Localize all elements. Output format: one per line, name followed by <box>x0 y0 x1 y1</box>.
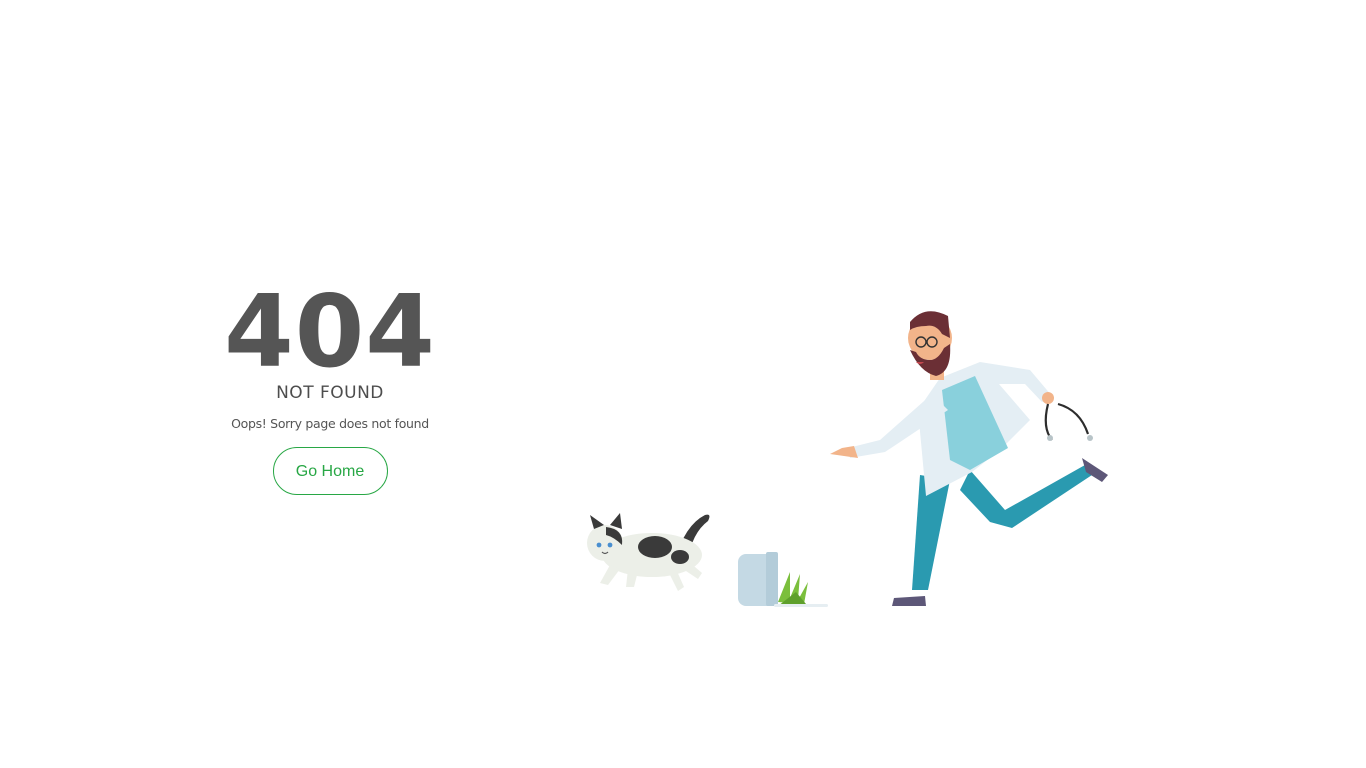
cat-icon <box>587 513 710 591</box>
error-block: 404 NOT FOUND Oops! Sorry page does not … <box>220 273 440 495</box>
doctor-icon <box>830 311 1108 606</box>
plant-pot-icon <box>738 552 828 607</box>
go-home-button[interactable]: Go Home <box>272 447 388 495</box>
page: 404 NOT FOUND Oops! Sorry page does not … <box>0 0 1366 768</box>
error-code: 404 <box>224 273 436 390</box>
illustration <box>587 311 1108 607</box>
error-message: Oops! Sorry page does not found <box>231 416 429 431</box>
stethoscope-icon <box>1044 402 1093 441</box>
